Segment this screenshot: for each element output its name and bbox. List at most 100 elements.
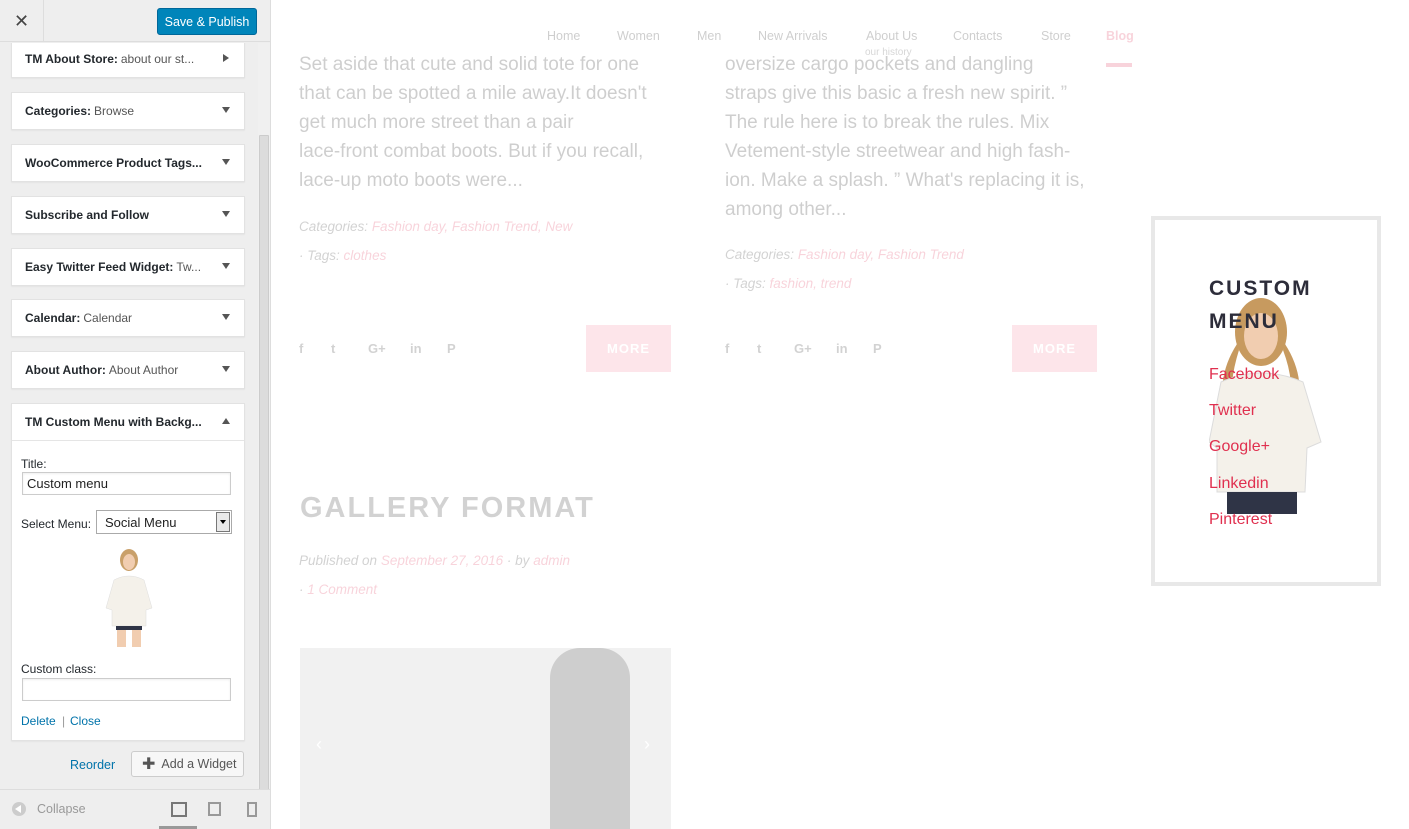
- twitter-icon[interactable]: t: [331, 341, 335, 356]
- nav-new-arrivals[interactable]: New Arrivals: [758, 29, 827, 43]
- nav-active-indicator: [1106, 63, 1132, 67]
- twitter-icon[interactable]: t: [757, 341, 761, 356]
- excerpt-line: that can be spotted a mile away.It doesn…: [299, 83, 647, 104]
- nav-men[interactable]: Men: [697, 29, 721, 43]
- arrow-right-icon[interactable]: [223, 54, 229, 62]
- widget-header[interactable]: TM Custom Menu with Backg...: [12, 404, 244, 440]
- published-label: Published on: [299, 553, 378, 568]
- custom-menu-link-twitter[interactable]: Twitter: [1209, 402, 1256, 420]
- post-comments: · 1 Comment: [299, 582, 378, 597]
- post-categories-2: Categories: Fashion day, Fashion Trend: [725, 247, 964, 262]
- nav-contacts[interactable]: Contacts: [953, 29, 1002, 43]
- site-preview: Home Women Men New Arrivals About Us our…: [271, 0, 1409, 829]
- arrow-down-icon[interactable]: [222, 263, 230, 269]
- widget-title: WooCommerce Product Tags...: [25, 156, 202, 170]
- excerpt-line: lace-up moto boots were...: [299, 170, 523, 191]
- desktop-preview-icon[interactable]: [171, 802, 187, 817]
- widget-tm-about-store[interactable]: TM About Store: about our st...: [11, 43, 245, 78]
- arrow-down-icon[interactable]: [222, 314, 230, 320]
- widget-subtitle: Calendar: [83, 311, 133, 325]
- link-separator: |: [62, 714, 66, 728]
- categories-links[interactable]: Fashion day, Fashion Trend, New: [372, 219, 573, 234]
- google-plus-icon[interactable]: G+: [794, 341, 812, 356]
- widget-about-author[interactable]: About Author: About Author: [11, 351, 245, 389]
- widget-easy-twitter-feed[interactable]: Easy Twitter Feed Widget: Tw...: [11, 248, 245, 286]
- post-date-link[interactable]: September 27, 2016: [381, 553, 503, 568]
- widget-subtitle: about our st...: [120, 52, 195, 66]
- delete-link[interactable]: Delete: [21, 714, 56, 728]
- widget-title: TM Custom Menu with Backg...: [25, 415, 202, 429]
- excerpt-line: oversize cargo pockets and dangling: [725, 54, 1034, 75]
- excerpt-line: Vetement-style streetwear and high fash-: [725, 141, 1071, 162]
- select-menu-dropdown[interactable]: Social Menu: [96, 510, 232, 534]
- widget-title: TM About Store: [25, 52, 114, 66]
- nav-store[interactable]: Store: [1041, 29, 1071, 43]
- linkedin-icon[interactable]: in: [410, 341, 422, 356]
- chevron-down-icon[interactable]: [216, 512, 230, 532]
- close-customizer-button[interactable]: ✕: [0, 0, 44, 42]
- categories-label: Categories:: [299, 219, 369, 234]
- nav-women[interactable]: Women: [617, 29, 660, 43]
- save-publish-button[interactable]: Save & Publish: [157, 8, 257, 35]
- select-menu-label: Select Menu:: [21, 517, 92, 531]
- tags-links[interactable]: clothes: [344, 248, 387, 263]
- custom-menu-link-facebook[interactable]: Facebook: [1209, 366, 1279, 384]
- customizer-footer: Collapse: [0, 789, 270, 829]
- nav-blog[interactable]: Blog: [1106, 29, 1134, 43]
- scrollbar-thumb[interactable]: [259, 135, 269, 815]
- reorder-link[interactable]: Reorder: [70, 758, 115, 772]
- arrow-down-icon[interactable]: [222, 159, 230, 165]
- widget-subscribe-follow[interactable]: Subscribe and Follow: [11, 196, 245, 234]
- tablet-preview-icon[interactable]: [208, 802, 221, 816]
- post-categories-1: Categories: Fashion day, Fashion Trend, …: [299, 219, 572, 234]
- more-button-2[interactable]: MORE: [1012, 325, 1097, 372]
- mobile-preview-icon[interactable]: [247, 802, 257, 817]
- nav-about-us[interactable]: About Us: [866, 29, 917, 43]
- widget-woocommerce-tags[interactable]: WooCommerce Product Tags...: [11, 144, 245, 182]
- arrow-up-icon[interactable]: [222, 418, 230, 424]
- excerpt-line: get much more street than a pair: [299, 112, 574, 133]
- pinterest-icon[interactable]: P: [447, 341, 456, 356]
- widget-title: Categories: [25, 104, 88, 118]
- facebook-icon[interactable]: f: [725, 341, 729, 356]
- widget-subtitle: Tw...: [176, 260, 202, 274]
- slider-prev-icon[interactable]: ‹: [316, 734, 322, 755]
- sidebar-scrollbar[interactable]: [258, 43, 270, 815]
- post-published: Published on September 27, 2016 · by adm…: [299, 553, 570, 568]
- excerpt-line: ion. Make a splash. ” What's replacing i…: [725, 170, 1085, 191]
- facebook-icon[interactable]: f: [299, 341, 303, 356]
- tags-label: Tags:: [307, 248, 340, 263]
- more-button-1[interactable]: MORE: [586, 325, 671, 372]
- arrow-down-icon[interactable]: [222, 366, 230, 372]
- tags-links[interactable]: fashion, trend: [770, 276, 852, 291]
- custom-menu-link-pinterest[interactable]: Pinterest: [1209, 511, 1272, 529]
- google-plus-icon[interactable]: G+: [368, 341, 386, 356]
- linkedin-icon[interactable]: in: [836, 341, 848, 356]
- post-excerpt-2: oversize cargo pockets and dangling stra…: [725, 50, 1085, 224]
- close-icon: ✕: [13, 10, 30, 32]
- categories-label: Categories:: [725, 247, 795, 262]
- arrow-down-icon[interactable]: [222, 107, 230, 113]
- nav-home[interactable]: Home: [547, 29, 580, 43]
- gallery-post-title[interactable]: GALLERY FORMAT: [300, 492, 595, 525]
- customizer-header: ✕ Save & Publish: [0, 0, 270, 42]
- slider-next-icon[interactable]: ›: [644, 734, 650, 755]
- custom-menu-link-linkedin[interactable]: Linkedin: [1209, 475, 1269, 493]
- widget-calendar[interactable]: Calendar: Calendar: [11, 299, 245, 337]
- comments-link[interactable]: 1 Comment: [307, 582, 377, 597]
- arrow-down-icon[interactable]: [222, 211, 230, 217]
- widget-categories[interactable]: Categories: Browse: [11, 92, 245, 130]
- background-image-thumbnail[interactable]: [102, 546, 156, 647]
- pinterest-icon[interactable]: P: [873, 341, 882, 356]
- author-link[interactable]: admin: [533, 553, 570, 568]
- plus-icon: ✚: [142, 756, 156, 773]
- gallery-slider-image[interactable]: ‹ ›: [300, 648, 671, 829]
- close-link[interactable]: Close: [70, 714, 101, 728]
- categories-links[interactable]: Fashion day, Fashion Trend: [798, 247, 964, 262]
- custom-menu-link-google-plus[interactable]: Google+: [1209, 438, 1270, 456]
- custom-class-input[interactable]: [22, 678, 231, 701]
- select-menu-value: Social Menu: [105, 514, 177, 530]
- title-input[interactable]: Custom menu: [22, 472, 231, 495]
- add-widget-button[interactable]: ✚ Add a Widget: [131, 751, 244, 777]
- collapse-button[interactable]: Collapse: [12, 802, 86, 816]
